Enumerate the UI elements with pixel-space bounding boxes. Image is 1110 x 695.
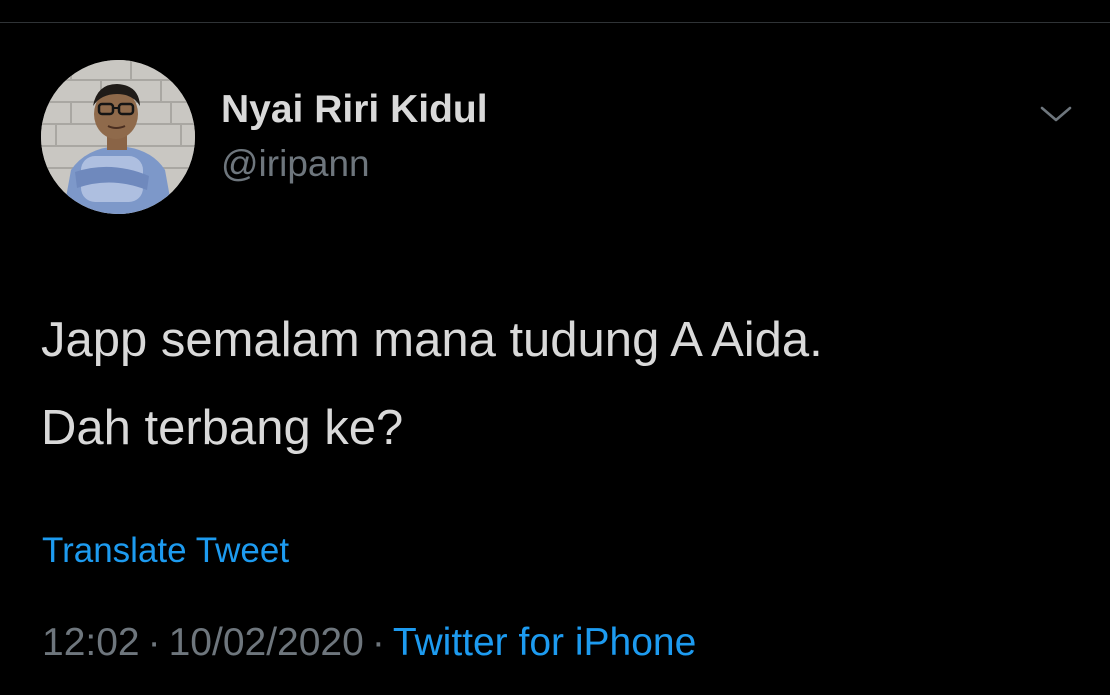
chevron-down-icon[interactable] — [1036, 98, 1076, 130]
tweet-source-link[interactable]: Twitter for iPhone — [393, 621, 696, 664]
top-divider — [0, 22, 1110, 23]
tweet-time[interactable]: 12:02 — [42, 621, 140, 664]
author-handle[interactable]: @iripann — [221, 145, 370, 182]
translate-tweet-link[interactable]: Translate Tweet — [42, 533, 289, 568]
tweet-text-line: Japp semalam mana tudung A Aida. — [41, 313, 823, 367]
tweet-metadata: 12:02 · 10/02/2020 · Twitter for iPhone — [42, 623, 696, 662]
avatar-photo — [41, 60, 195, 214]
tweet-date[interactable]: 10/02/2020 — [169, 621, 364, 664]
avatar[interactable] — [41, 60, 195, 214]
author-display-name[interactable]: Nyai Riri Kidul — [221, 90, 488, 129]
tweet-text: Japp semalam mana tudung A Aida. Dah ter… — [41, 296, 1081, 472]
tweet-text-line: Dah terbang ke? — [41, 401, 404, 455]
separator-dot: · — [371, 621, 385, 664]
separator-dot: · — [147, 621, 161, 664]
